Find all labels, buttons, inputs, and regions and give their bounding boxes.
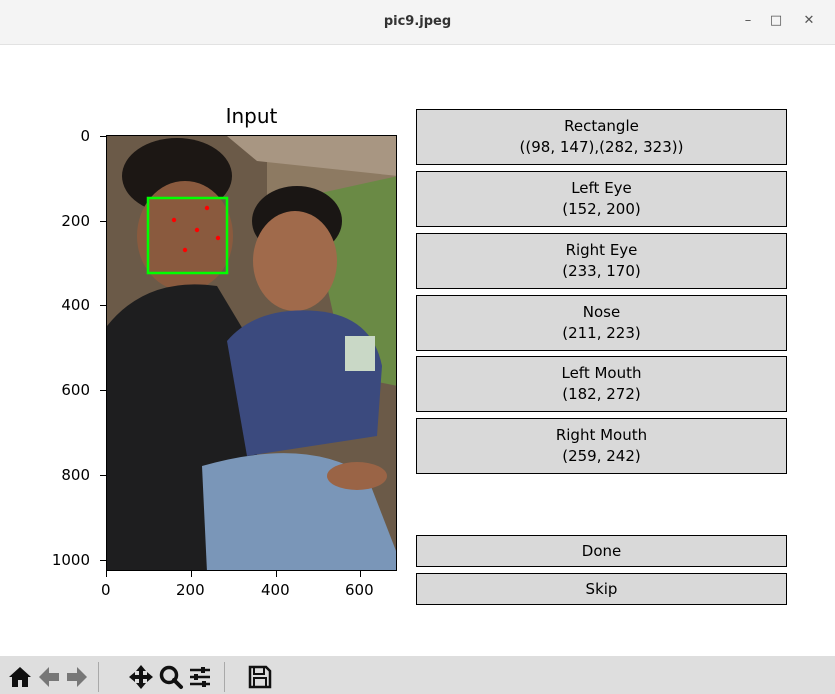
- left-mouth-point: [182, 247, 188, 253]
- window-title: pic9.jpeg: [383, 14, 452, 29]
- right-eye-button-label: Right Eye: [565, 241, 638, 259]
- left-eye-button-value: (152, 200): [562, 200, 641, 218]
- nose-button-label: Nose: [582, 303, 621, 321]
- x-tick-mark: [360, 571, 361, 577]
- left-eye-button-label: Left Eye: [571, 179, 632, 197]
- y-tick-mark: [100, 221, 106, 222]
- rectangle-button-value: ((98, 147),(282, 323)): [519, 138, 684, 156]
- x-tick-label: 600: [345, 581, 374, 599]
- right-mouth-point: [215, 235, 221, 241]
- x-tick-mark: [106, 571, 107, 577]
- toolbar-separator: [224, 662, 225, 692]
- y-tick-mark: [100, 560, 106, 561]
- pan-icon[interactable]: [128, 664, 154, 690]
- rectangle-button-label: Rectangle: [564, 117, 639, 135]
- left-mouth-button[interactable]: Left Mouth (182, 272): [416, 356, 787, 412]
- configure-subplots-icon[interactable]: [187, 664, 213, 690]
- left-eye-point: [171, 217, 177, 223]
- nose-button-value: (211, 223): [562, 324, 641, 342]
- right-eye-point: [204, 205, 210, 211]
- done-button[interactable]: Done: [416, 535, 787, 567]
- y-tick-mark: [100, 390, 106, 391]
- left-mouth-button-label: Left Mouth: [561, 364, 642, 382]
- skip-button[interactable]: Skip: [416, 573, 787, 605]
- y-tick-label: 400: [61, 296, 90, 314]
- save-icon[interactable]: [247, 664, 273, 690]
- axes-title: Input: [225, 104, 278, 128]
- x-tick-label: 200: [176, 581, 205, 599]
- right-mouth-button[interactable]: Right Mouth (259, 242): [416, 418, 787, 474]
- y-tick-label: 1000: [51, 551, 90, 569]
- nose-point: [194, 227, 200, 233]
- right-eye-button-value: (233, 170): [562, 262, 641, 280]
- minimize-button[interactable]: –: [737, 10, 759, 32]
- close-button[interactable]: ✕: [798, 10, 820, 32]
- y-tick-label: 0: [80, 127, 90, 145]
- left-eye-button[interactable]: Left Eye (152, 200): [416, 171, 787, 227]
- y-tick-mark: [100, 475, 106, 476]
- y-tick-label: 600: [61, 381, 90, 399]
- y-tick-label: 800: [61, 466, 90, 484]
- nose-button[interactable]: Nose (211, 223): [416, 295, 787, 351]
- x-tick-mark: [191, 571, 192, 577]
- zoom-icon[interactable]: [158, 664, 184, 690]
- maximize-button[interactable]: □: [765, 10, 787, 32]
- y-tick-mark: [100, 136, 106, 137]
- y-tick-label: 200: [61, 212, 90, 230]
- x-tick-mark: [276, 571, 277, 577]
- left-mouth-button-value: (182, 272): [562, 385, 641, 403]
- forward-arrow-icon[interactable]: [64, 664, 90, 690]
- window-titlebar: pic9.jpeg – □ ✕: [0, 0, 835, 45]
- toolbar-separator: [98, 662, 99, 692]
- photo-canvas: [107, 136, 396, 570]
- back-arrow-icon[interactable]: [36, 664, 62, 690]
- y-tick-mark: [100, 305, 106, 306]
- input-image[interactable]: [106, 135, 397, 571]
- rectangle-button[interactable]: Rectangle ((98, 147),(282, 323)): [416, 109, 787, 165]
- x-tick-label: 400: [261, 581, 290, 599]
- home-icon[interactable]: [7, 664, 33, 690]
- right-mouth-button-value: (259, 242): [562, 447, 641, 465]
- x-tick-label: 0: [101, 581, 111, 599]
- right-mouth-button-label: Right Mouth: [555, 426, 648, 444]
- right-eye-button[interactable]: Right Eye (233, 170): [416, 233, 787, 289]
- navigation-toolbar: [0, 656, 835, 694]
